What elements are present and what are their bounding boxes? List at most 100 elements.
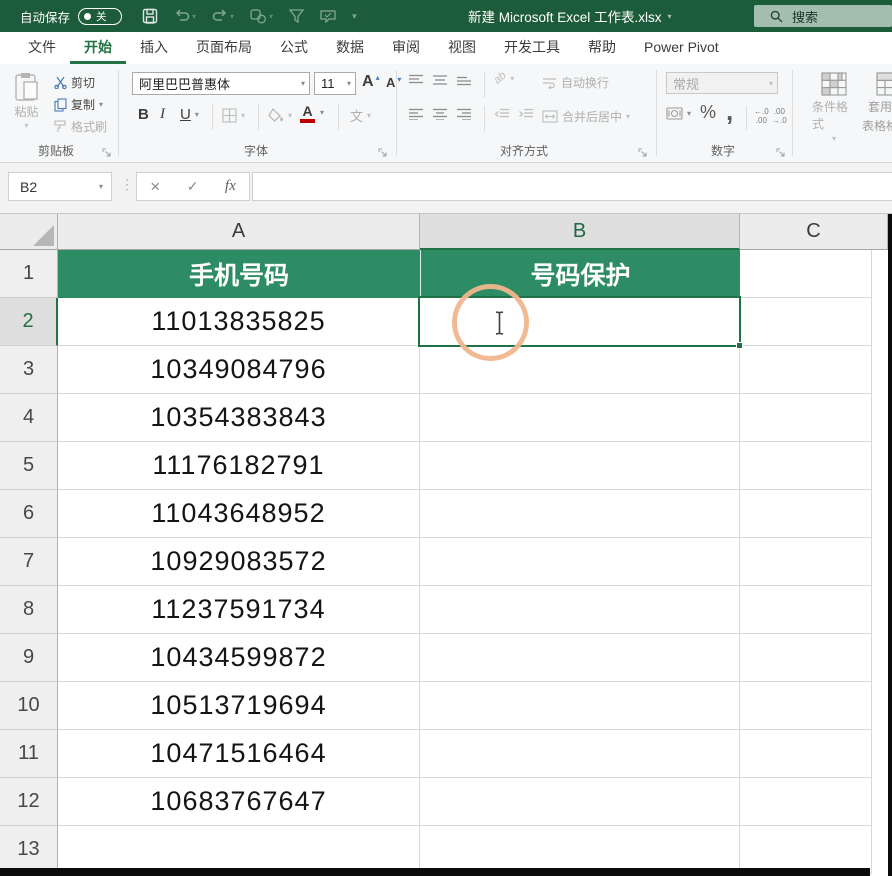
cell-b9[interactable] — [420, 634, 740, 682]
cell-b4[interactable] — [420, 394, 740, 442]
clipboard-dialog-launcher-icon[interactable] — [102, 148, 111, 157]
cell-a7[interactable]: 10929083572 — [58, 538, 420, 586]
align-middle-icon[interactable] — [432, 74, 448, 86]
cell-c5[interactable] — [740, 442, 872, 490]
cell-c8[interactable] — [740, 586, 872, 634]
tab-视图[interactable]: 视图 — [434, 32, 490, 64]
column-header-b[interactable]: B — [420, 214, 740, 250]
autosave-toggle[interactable]: 关 — [78, 8, 122, 25]
cell-c9[interactable] — [740, 634, 872, 682]
cell-b13[interactable] — [420, 826, 740, 874]
cell-a13[interactable] — [58, 826, 420, 874]
cell-a12[interactable]: 10683767647 — [58, 778, 420, 826]
cell-b2[interactable] — [420, 298, 740, 346]
document-title[interactable]: 新建 Microsoft Excel 工作表.xlsx▾ — [468, 0, 672, 32]
font-color-button[interactable]: A — [300, 104, 315, 123]
row-header-9[interactable]: 9 — [0, 634, 58, 682]
cell-c12[interactable] — [740, 778, 872, 826]
cell-b11[interactable] — [420, 730, 740, 778]
shapes-icon[interactable]: ▾ — [250, 9, 273, 24]
cut-button[interactable]: 剪切 — [54, 74, 95, 91]
bold-button[interactable]: B — [138, 106, 149, 123]
cell-a5[interactable]: 11176182791 — [58, 442, 420, 490]
cell-b1[interactable]: 号码保护 — [420, 250, 740, 298]
row-header-2[interactable]: 2 — [0, 298, 58, 346]
orientation-button[interactable]: ab ▾ — [494, 72, 514, 84]
increase-indent-icon[interactable] — [518, 108, 534, 120]
row-header-1[interactable]: 1 — [0, 250, 58, 298]
font-size-combo[interactable]: 11▾ — [314, 72, 356, 95]
percent-button[interactable]: % — [700, 102, 716, 123]
cell-b6[interactable] — [420, 490, 740, 538]
copy-button[interactable]: 复制 ▾ — [54, 96, 103, 113]
comma-button[interactable]: , — [726, 96, 733, 127]
quick-command-icon[interactable] — [320, 10, 336, 23]
tab-开发工具[interactable]: 开发工具 — [490, 32, 574, 64]
number-format-combo[interactable]: 常规▾ — [666, 72, 778, 94]
select-all-button[interactable] — [0, 214, 58, 250]
tab-power-pivot[interactable]: Power Pivot — [630, 32, 733, 64]
customize-toolbar-chevron-icon[interactable]: ▾ — [352, 11, 357, 22]
cell-a6[interactable]: 11043648952 — [58, 490, 420, 538]
row-header-13[interactable]: 13 — [0, 826, 58, 874]
column-header-c[interactable]: C — [740, 214, 888, 250]
row-header-10[interactable]: 10 — [0, 682, 58, 730]
cell-b7[interactable] — [420, 538, 740, 586]
cell-a4[interactable]: 10354383843 — [58, 394, 420, 442]
increase-decimal-button[interactable]: ←.0.00 — [754, 107, 769, 125]
tab-数据[interactable]: 数据 — [322, 32, 378, 64]
cell-c13[interactable] — [740, 826, 872, 874]
cell-a10[interactable]: 10513719694 — [58, 682, 420, 730]
cell-a3[interactable]: 10349084796 — [58, 346, 420, 394]
format-as-table-button[interactable]: 套用 表格格式 — [868, 72, 892, 134]
decrease-indent-icon[interactable] — [494, 108, 510, 120]
align-top-icon[interactable] — [408, 74, 424, 86]
phonetic-button[interactable]: 文▾ — [350, 106, 371, 125]
row-header-11[interactable]: 11 — [0, 730, 58, 778]
row-header-5[interactable]: 5 — [0, 442, 58, 490]
alignment-dialog-launcher-icon[interactable] — [638, 148, 647, 157]
format-painter-button[interactable]: 格式刷 — [54, 118, 107, 135]
row-header-8[interactable]: 8 — [0, 586, 58, 634]
cell-c7[interactable] — [740, 538, 872, 586]
paste-button[interactable]: 粘贴 ▾ — [14, 72, 39, 130]
tab-公式[interactable]: 公式 — [266, 32, 322, 64]
tab-审阅[interactable]: 审阅 — [378, 32, 434, 64]
cell-c10[interactable] — [740, 682, 872, 730]
cell-b5[interactable] — [420, 442, 740, 490]
underline-button[interactable]: U▾ — [180, 106, 199, 123]
row-header-4[interactable]: 4 — [0, 394, 58, 442]
enter-button[interactable]: ✓ — [187, 178, 199, 195]
tab-文件[interactable]: 文件 — [14, 32, 70, 64]
number-dialog-launcher-icon[interactable] — [776, 148, 785, 157]
cell-c2[interactable] — [740, 298, 872, 346]
cell-a8[interactable]: 11237591734 — [58, 586, 420, 634]
undo-icon[interactable]: ▾ — [174, 9, 196, 23]
shrink-font-button[interactable]: A▾ — [386, 75, 401, 90]
save-icon[interactable] — [142, 8, 158, 24]
insert-function-button[interactable]: fx — [225, 178, 236, 195]
borders-button[interactable]: ▾ — [222, 108, 245, 123]
conditional-format-button[interactable]: 条件格式 ▾ — [812, 72, 856, 143]
tab-页面布局[interactable]: 页面布局 — [182, 32, 266, 64]
cell-b3[interactable] — [420, 346, 740, 394]
tab-插入[interactable]: 插入 — [126, 32, 182, 64]
accounting-format-button[interactable]: ▾ — [666, 106, 691, 121]
font-name-combo[interactable]: 阿里巴巴普惠体▾ — [132, 72, 310, 95]
cell-a2[interactable]: 11013835825 — [58, 298, 420, 346]
row-header-3[interactable]: 3 — [0, 346, 58, 394]
cell-b10[interactable] — [420, 682, 740, 730]
cell-c11[interactable] — [740, 730, 872, 778]
tab-帮助[interactable]: 帮助 — [574, 32, 630, 64]
cell-c1[interactable] — [740, 250, 872, 298]
cell-c4[interactable] — [740, 394, 872, 442]
merge-center-button[interactable]: 合并后居中 ▾ — [542, 108, 630, 125]
cancel-button[interactable]: × — [150, 177, 160, 197]
fill-color-button[interactable]: ▾ — [268, 108, 292, 122]
grow-font-button[interactable]: A▴ — [362, 73, 380, 91]
formula-input[interactable] — [252, 172, 892, 201]
align-left-icon[interactable] — [408, 108, 424, 120]
cell-c3[interactable] — [740, 346, 872, 394]
italic-button[interactable]: I — [160, 106, 165, 123]
name-box[interactable]: B2 ▾ — [8, 172, 112, 201]
